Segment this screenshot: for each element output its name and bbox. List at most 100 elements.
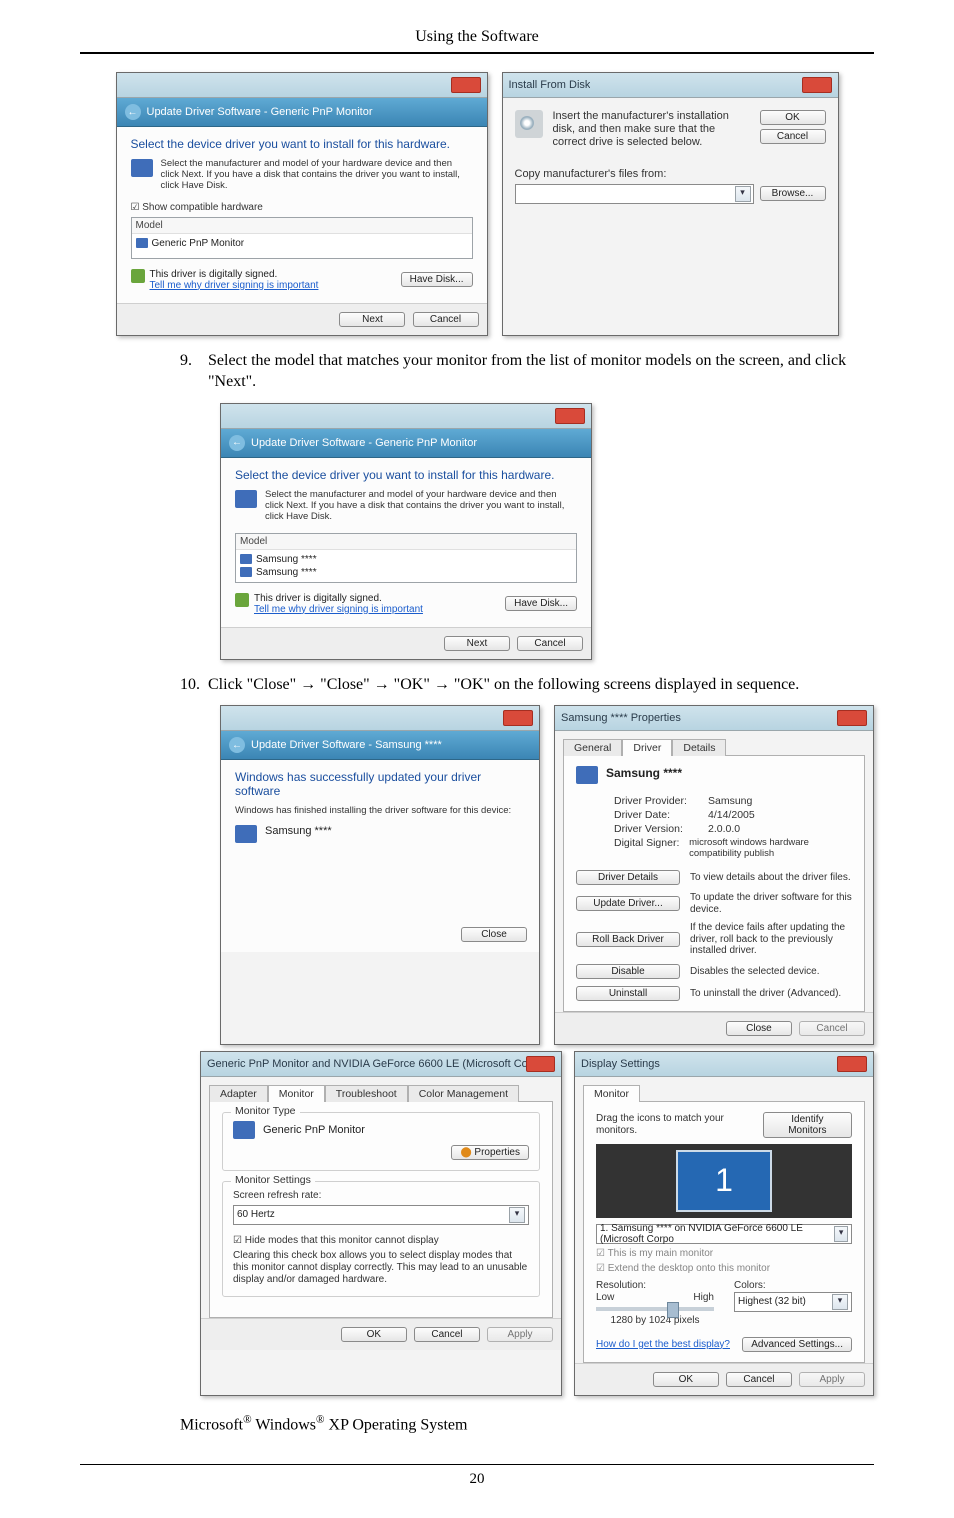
model-item[interactable]: Generic PnP Monitor: [136, 237, 468, 250]
hide-modes-desc: Clearing this check box allows you to se…: [233, 1250, 529, 1286]
monitor-icon: [235, 825, 257, 843]
window-driver-properties: Samsung **** Properties General Driver D…: [554, 705, 874, 1045]
cancel-button[interactable]: Cancel: [414, 1327, 480, 1342]
close-icon[interactable]: [526, 1056, 555, 1072]
signing-link[interactable]: Tell me why driver signing is important: [254, 604, 423, 615]
close-icon[interactable]: [837, 1056, 867, 1072]
signing-link[interactable]: Tell me why driver signing is important: [150, 280, 319, 291]
show-compatible-checkbox[interactable]: ☑ Show compatible hardware: [131, 202, 473, 213]
window-banner: ← Update Driver Software - Samsung ****: [221, 731, 539, 760]
update-driver-button[interactable]: Update Driver...: [576, 896, 680, 911]
back-icon[interactable]: ←: [125, 104, 141, 120]
signer-label: Digital Signer:: [614, 837, 683, 859]
back-icon[interactable]: ←: [229, 435, 245, 451]
chevron-down-icon[interactable]: ▾: [735, 186, 751, 202]
rollback-desc: If the device fails after updating the d…: [690, 922, 852, 957]
titlebar: Generic PnP Monitor and NVIDIA GeForce 6…: [201, 1052, 561, 1077]
window-update-driver-2: ← Update Driver Software - Generic PnP M…: [220, 403, 592, 660]
monitor-arrangement[interactable]: 1: [596, 1144, 852, 1218]
tab-monitor[interactable]: Monitor: [583, 1085, 640, 1102]
disable-button[interactable]: Disable: [576, 964, 680, 979]
apply-button: Apply: [799, 1372, 865, 1387]
close-icon[interactable]: [802, 77, 832, 93]
titlebar: Samsung **** Properties: [555, 706, 873, 731]
drag-instruction: Drag the icons to match your monitors.: [596, 1113, 763, 1137]
model-name: Samsung ****: [265, 825, 332, 837]
close-icon[interactable]: [555, 408, 585, 424]
next-button[interactable]: Next: [444, 636, 510, 651]
main-monitor-checkbox: ☑ This is my main monitor: [596, 1248, 852, 1259]
tab-troubleshoot[interactable]: Troubleshoot: [325, 1085, 408, 1102]
colors-select[interactable]: Highest (32 bit) ▾: [734, 1292, 852, 1312]
update-driver-desc: To update the driver software for this d…: [690, 892, 852, 915]
close-button[interactable]: Close: [461, 927, 527, 942]
monitor-settings-label: Monitor Settings: [231, 1174, 315, 1186]
cancel-button[interactable]: Cancel: [760, 129, 826, 144]
browse-button[interactable]: Browse...: [760, 186, 826, 201]
model-listbox[interactable]: Model Samsung **** Samsung ****: [235, 533, 577, 583]
drive-combobox[interactable]: ▾: [515, 184, 754, 204]
ok-button[interactable]: OK: [341, 1327, 407, 1342]
sub-instruction: Select the manufacturer and model of you…: [265, 490, 577, 523]
cancel-button[interactable]: Cancel: [517, 636, 583, 651]
refresh-rate-select[interactable]: 60 Hertz ▾: [233, 1205, 529, 1225]
extend-desktop-checkbox: ☑ Extend the desktop onto this monitor: [596, 1263, 852, 1274]
identify-monitors-button[interactable]: Identify Monitors: [763, 1112, 852, 1138]
heading: Windows has successfully updated your dr…: [235, 770, 525, 798]
step-number: 9.: [180, 350, 208, 393]
ok-button[interactable]: OK: [760, 110, 826, 125]
uninstall-button[interactable]: Uninstall: [576, 986, 680, 1001]
banner-text: Update Driver Software - Samsung ****: [251, 739, 442, 751]
monitor-icon: [131, 159, 153, 177]
cancel-button[interactable]: Cancel: [413, 312, 479, 327]
rollback-button[interactable]: Roll Back Driver: [576, 932, 680, 947]
monitor-thumb-1[interactable]: 1: [676, 1150, 772, 1212]
chevron-down-icon[interactable]: ▾: [834, 1226, 848, 1242]
best-display-link[interactable]: How do I get the best display?: [596, 1339, 730, 1350]
tab-color-management[interactable]: Color Management: [408, 1085, 519, 1102]
next-button[interactable]: Next: [339, 312, 405, 327]
cancel-button[interactable]: Cancel: [726, 1372, 792, 1387]
footer-rule: [80, 1464, 874, 1465]
driver-details-desc: To view details about the driver files.: [690, 872, 852, 884]
close-icon[interactable]: [837, 710, 867, 726]
tab-general[interactable]: General: [563, 739, 622, 756]
have-disk-button[interactable]: Have Disk...: [505, 596, 577, 611]
chevron-down-icon[interactable]: ▾: [509, 1207, 525, 1223]
have-disk-button[interactable]: Have Disk...: [401, 272, 473, 287]
monitor-icon: [235, 490, 257, 508]
monitor-type-label: Monitor Type: [231, 1105, 300, 1117]
close-icon[interactable]: [451, 77, 481, 93]
close-icon[interactable]: [503, 710, 533, 726]
device-select[interactable]: 1. Samsung **** on NVIDIA GeForce 6600 L…: [596, 1224, 852, 1244]
tab-driver[interactable]: Driver: [622, 739, 672, 756]
titlebar: Install From Disk: [503, 73, 838, 98]
back-icon: ←: [229, 737, 245, 753]
properties-button[interactable]: ⬤ Properties: [451, 1145, 529, 1160]
window-update-driver-1: ← Update Driver Software - Generic PnP M…: [116, 72, 488, 336]
signed-text: This driver is digitally signed.: [254, 593, 423, 604]
tab-adapter[interactable]: Adapter: [209, 1085, 268, 1102]
ok-button[interactable]: OK: [653, 1372, 719, 1387]
close-button[interactable]: Close: [726, 1021, 792, 1036]
model-listbox[interactable]: Model Generic PnP Monitor: [131, 217, 473, 259]
window-banner: ← Update Driver Software - Generic PnP M…: [117, 98, 487, 127]
hide-modes-checkbox[interactable]: ☑ Hide modes that this monitor cannot di…: [233, 1235, 529, 1246]
provider-label: Driver Provider:: [614, 795, 702, 807]
tab-details[interactable]: Details: [672, 739, 726, 756]
titlebar: [221, 706, 539, 731]
resolution-label: Resolution:: [596, 1280, 714, 1292]
chevron-down-icon[interactable]: ▾: [832, 1294, 848, 1310]
signed-text: This driver is digitally signed.: [150, 269, 319, 280]
model-item[interactable]: Samsung ****: [240, 566, 572, 579]
resolution-slider[interactable]: [596, 1307, 714, 1311]
window-display-settings: Display Settings Monitor Drag the icons …: [574, 1051, 874, 1396]
monitor-icon: [240, 567, 252, 577]
driver-details-button[interactable]: Driver Details: [576, 870, 680, 885]
tab-monitor[interactable]: Monitor: [268, 1085, 325, 1102]
window-monitor-properties: Generic PnP Monitor and NVIDIA GeForce 6…: [200, 1051, 562, 1396]
titlebar: Display Settings: [575, 1052, 873, 1077]
refresh-rate-label: Screen refresh rate:: [233, 1190, 529, 1202]
shield-icon: [131, 269, 145, 283]
model-item[interactable]: Samsung ****: [240, 553, 572, 566]
